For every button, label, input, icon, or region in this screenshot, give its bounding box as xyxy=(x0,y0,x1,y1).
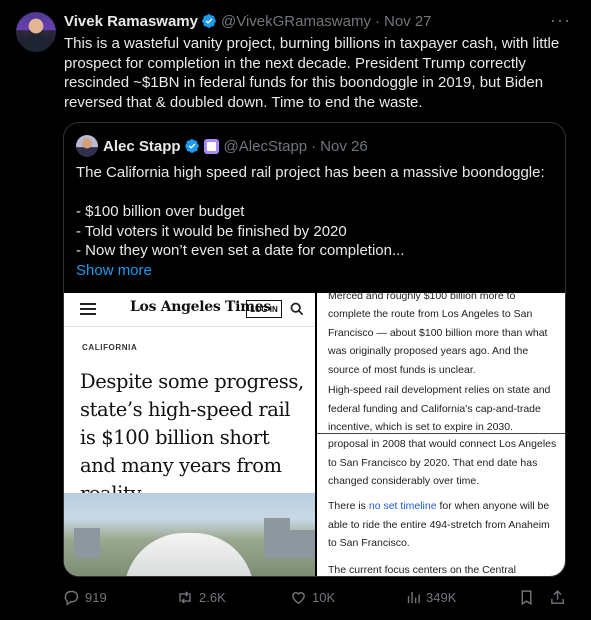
repost-icon xyxy=(179,591,191,604)
tweet-date[interactable]: Nov 27 xyxy=(384,13,432,30)
quote-author-name[interactable]: Alec Stapp xyxy=(103,138,181,155)
article-link: no set timeline xyxy=(368,500,437,512)
article-text: There is xyxy=(328,500,369,512)
search-icon xyxy=(290,302,304,316)
quote-line: - $100 billion over budget xyxy=(76,203,245,220)
quote-date[interactable]: Nov 26 xyxy=(320,138,368,155)
article-paragraph: complete the route from Los Angeles to S… xyxy=(328,308,548,376)
show-more-link[interactable]: Show more xyxy=(76,261,554,281)
lat-section-label: CALIFORNIA xyxy=(82,343,138,352)
article-text-partial: Merced and roughly $100 billion more to xyxy=(328,293,516,302)
quote-text: The California high speed rail project h… xyxy=(76,163,554,280)
quoted-tweet[interactable]: Alec Stapp @AlecStapp · Nov 26 The Calif… xyxy=(63,122,566,577)
like-button[interactable]: 10K xyxy=(290,589,335,606)
quote-author-handle[interactable]: @AlecStapp xyxy=(224,138,308,155)
verified-badge-icon xyxy=(184,139,199,153)
menu-icon xyxy=(80,303,96,316)
affiliation-badge-icon[interactable] xyxy=(203,138,219,154)
author-avatar[interactable] xyxy=(16,12,56,52)
article-paragraph: The current focus centers on the Central xyxy=(328,564,516,576)
like-icon xyxy=(292,592,305,604)
more-options-icon[interactable]: ··· xyxy=(550,10,571,31)
article-paragraph: There is no set timeline for when anyone… xyxy=(328,497,560,553)
separator: · xyxy=(311,137,317,155)
quote-media[interactable]: Los Angeles Times LOG IN CALIFORNIA Desp… xyxy=(64,293,565,576)
quote-line xyxy=(76,183,554,203)
quote-line: - Told voters it would be finished by 20… xyxy=(76,222,347,240)
quote-line: The California high speed rail project h… xyxy=(76,164,545,181)
article-paragraph: proposal in 2008 that would connect Los … xyxy=(328,438,557,487)
repost-button[interactable]: 2.6K xyxy=(176,589,226,606)
screenshot-divider xyxy=(317,433,565,434)
lat-login-button: LOG IN xyxy=(246,300,282,318)
tweet-text: This is a wasteful vanity project, burni… xyxy=(64,35,560,111)
repost-count: 2.6K xyxy=(199,590,226,605)
views-count: 349K xyxy=(426,590,457,605)
media-image-right[interactable]: Merced and roughly $100 billion more to … xyxy=(317,293,565,576)
tweet-header: Vivek Ramaswamy @VivekGRamaswamy · Nov 2… xyxy=(64,11,432,31)
quote-header: Alec Stapp @AlecStapp · Nov 26 xyxy=(76,135,368,157)
reply-button[interactable]: 919 xyxy=(63,589,107,606)
verified-badge-icon xyxy=(202,14,216,28)
media-image-left[interactable]: Los Angeles Times LOG IN CALIFORNIA Desp… xyxy=(64,293,315,576)
like-count: 10K xyxy=(312,590,336,605)
article-paragraph: High-speed rail development relies on st… xyxy=(328,384,551,433)
action-bar: 919 2.6K 10K 349K xyxy=(63,589,573,609)
lat-navbar: Los Angeles Times LOG IN xyxy=(64,293,315,327)
quote-author-avatar[interactable] xyxy=(76,135,98,157)
share-icon[interactable] xyxy=(549,589,566,606)
author-handle[interactable]: @VivekGRamaswamy xyxy=(221,13,371,30)
bookmark-icon[interactable] xyxy=(518,589,535,606)
views-button[interactable]: 349K xyxy=(405,589,456,606)
author-name[interactable]: Vivek Ramaswamy xyxy=(64,13,198,30)
tweet[interactable]: Vivek Ramaswamy @VivekGRamaswamy · Nov 2… xyxy=(0,0,591,620)
views-icon xyxy=(407,591,420,604)
separator: · xyxy=(374,12,380,30)
reply-icon xyxy=(64,590,79,606)
lat-headline: Despite some progress, state’s high-spee… xyxy=(80,370,304,505)
reply-count: 919 xyxy=(85,590,107,605)
quote-line: - Now they won’t even set a date for com… xyxy=(76,242,405,259)
rail-station-photo xyxy=(64,493,315,576)
